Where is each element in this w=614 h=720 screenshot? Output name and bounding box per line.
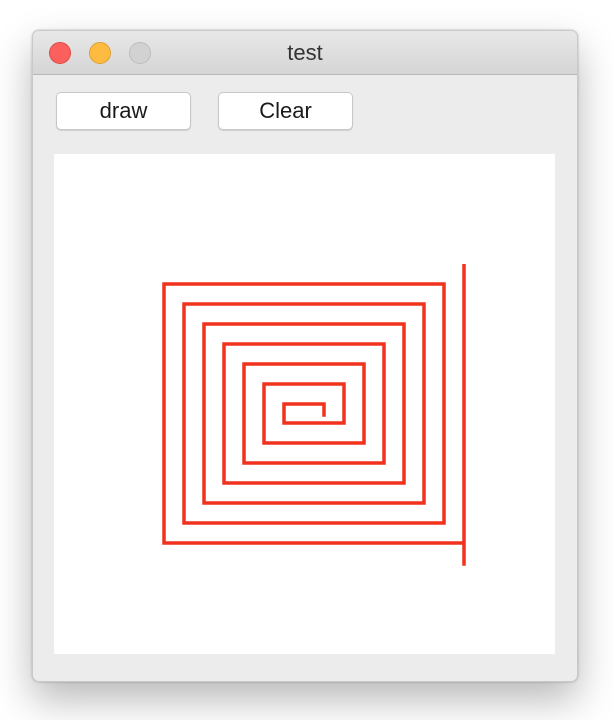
spiral-path (162, 264, 466, 566)
app-window: test draw Clear (32, 30, 578, 682)
title-bar[interactable]: test (33, 31, 577, 75)
draw-button[interactable]: draw (56, 92, 191, 130)
window-title: test (287, 40, 323, 65)
drawing-canvas[interactable] (54, 154, 555, 654)
spiral-drawing (162, 264, 466, 566)
clear-button[interactable]: Clear (218, 92, 353, 130)
